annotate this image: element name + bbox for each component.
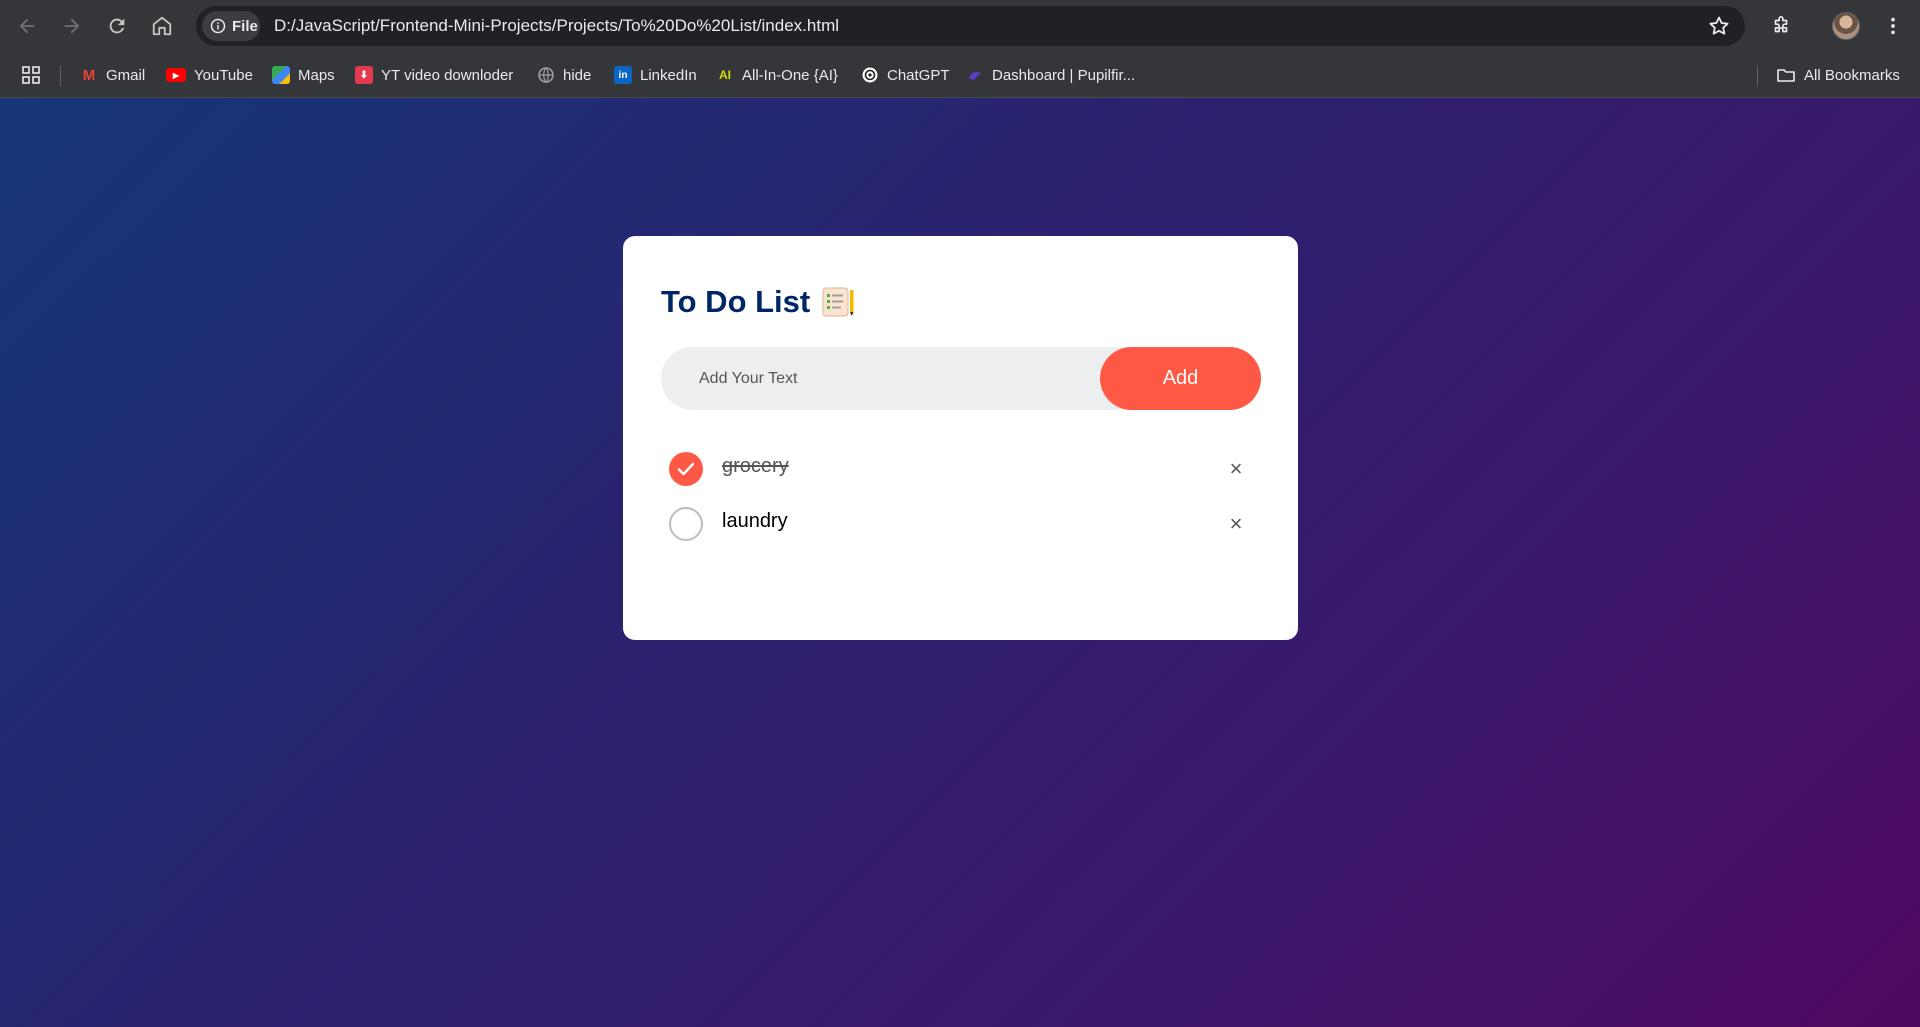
bookmark-linkedin[interactable]: in LinkedIn xyxy=(614,62,697,88)
task-checkbox[interactable] xyxy=(669,507,703,541)
arrow-left-icon xyxy=(19,18,35,34)
bookmark-label: YT video downloder xyxy=(381,66,514,84)
download-icon: ⬇ xyxy=(355,66,373,84)
bookmark-dashboard[interactable]: Dashboard | Pupilfir... xyxy=(966,62,1135,88)
info-icon xyxy=(210,18,226,34)
bookmark-label: All-In-One {AI} xyxy=(742,66,838,84)
back-button[interactable] xyxy=(10,9,44,43)
maps-icon xyxy=(272,66,290,84)
bookmark-star-icon[interactable] xyxy=(1707,14,1731,38)
bookmark-label: hide xyxy=(563,66,592,84)
home-icon xyxy=(152,16,172,36)
delete-task-button[interactable]: × xyxy=(1224,456,1248,481)
bookmark-label: Maps xyxy=(298,66,335,84)
arrow-right-icon xyxy=(64,18,80,34)
forward-button[interactable] xyxy=(55,9,89,43)
bookmarks-bar: M Gmail ▶ YouTube Maps ⬇ YT video downlo… xyxy=(0,52,1920,98)
task-input[interactable] xyxy=(661,347,1101,410)
task-input-row: Add xyxy=(661,347,1261,410)
folder-icon xyxy=(1777,69,1795,82)
site-info-chip[interactable]: File xyxy=(202,11,260,41)
puzzle-icon xyxy=(1774,16,1788,33)
todo-title-text: To Do List xyxy=(661,284,811,319)
bookmark-chatgpt[interactable]: ChatGPT xyxy=(861,62,950,88)
checkmark-icon xyxy=(677,462,695,476)
bookmark-maps[interactable]: Maps xyxy=(272,62,335,88)
site-chip-label: File xyxy=(232,17,258,35)
address-bar[interactable]: File D:/JavaScript/Frontend-Mini-Project… xyxy=(196,6,1745,46)
profile-button[interactable] xyxy=(1829,9,1863,43)
ai-icon: AI xyxy=(719,68,731,82)
bookmark-label: Gmail xyxy=(106,66,146,84)
apps-button[interactable] xyxy=(21,62,41,88)
bookmark-yt-downloader[interactable]: ⬇ YT video downloder xyxy=(355,62,513,88)
task-text: grocery xyxy=(722,455,789,477)
kebab-menu-icon xyxy=(1891,17,1895,35)
task-checkbox-checked[interactable] xyxy=(669,452,703,486)
url-text[interactable]: D:/JavaScript/Frontend-Mini-Projects/Pro… xyxy=(274,6,839,46)
all-bookmarks-button[interactable]: All Bookmarks xyxy=(1776,62,1900,88)
browser-toolbar: File D:/JavaScript/Frontend-Mini-Project… xyxy=(0,0,1920,52)
list-item[interactable]: grocery × xyxy=(669,452,1249,507)
task-text: laundry xyxy=(722,510,788,532)
delete-task-button[interactable]: × xyxy=(1224,511,1248,536)
home-button[interactable] xyxy=(145,9,179,43)
bookmark-hide[interactable]: hide xyxy=(537,62,591,88)
bookmark-youtube[interactable]: ▶ YouTube xyxy=(166,62,253,88)
bookmark-label: Dashboard | Pupilfir... xyxy=(992,66,1136,84)
bookmark-gmail[interactable]: M Gmail xyxy=(80,62,145,88)
task-list: grocery × laundry × xyxy=(669,452,1249,562)
apps-grid-icon xyxy=(22,66,40,84)
add-button[interactable]: Add xyxy=(1100,347,1261,410)
bookmark-label: LinkedIn xyxy=(640,66,697,84)
menu-button[interactable] xyxy=(1876,9,1910,43)
gmail-icon: M xyxy=(82,66,96,84)
checklist-icon xyxy=(822,287,854,317)
chatgpt-icon xyxy=(862,67,878,83)
page-background: To Do List Add grocery xyxy=(0,98,1920,1027)
todo-title: To Do List xyxy=(661,284,856,320)
dashboard-icon xyxy=(969,71,981,80)
globe-icon xyxy=(538,67,554,83)
bookmark-all-in-one-ai[interactable]: AI All-In-One {AI} xyxy=(716,62,838,88)
reload-icon xyxy=(109,18,125,34)
linkedin-icon: in xyxy=(614,66,632,84)
list-item[interactable]: laundry × xyxy=(669,507,1249,562)
bookmarks-divider xyxy=(60,66,61,86)
bookmark-label: YouTube xyxy=(194,66,253,84)
bookmarks-divider xyxy=(1757,66,1758,86)
todo-card: To Do List Add grocery xyxy=(623,236,1298,640)
avatar xyxy=(1832,12,1860,40)
extensions-button[interactable] xyxy=(1764,9,1798,43)
reload-button[interactable] xyxy=(100,9,134,43)
bookmark-label: ChatGPT xyxy=(887,66,950,84)
youtube-icon: ▶ xyxy=(166,68,186,82)
all-bookmarks-label: All Bookmarks xyxy=(1804,66,1900,84)
